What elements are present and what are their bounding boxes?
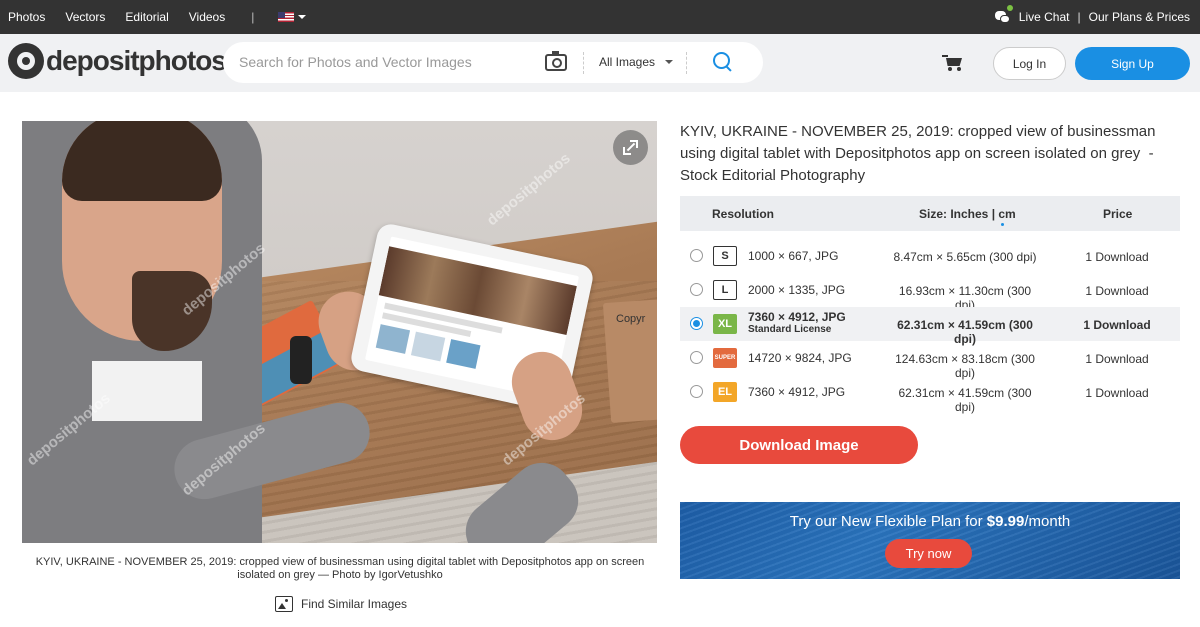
nav-vectors[interactable]: Vectors [65,10,105,24]
download-image-button[interactable]: Download Image [680,426,918,464]
size-options: S 1000 × 667, JPG 8.47cm × 5.65cm (300 d… [680,239,1180,414]
size-option-super[interactable]: SUPER 14720 × 9824, JPG 124.63cm × 83.18… [680,341,1180,380]
promo-text-before: Try our New Flexible Plan for [789,513,987,530]
promo-banner: Try our New Flexible Plan for $9.99/mont… [680,502,1180,579]
image-icon [275,596,293,612]
size-badge: EL [713,382,737,402]
price-text: 1 Download [1085,250,1149,264]
logo[interactable]: depositphotos ® [8,43,233,79]
license-text: Standard License [748,324,832,335]
radio-button[interactable] [690,385,703,398]
size-badge: S [713,246,737,266]
resolution-text: 7360 × 4912, JPG [748,310,846,324]
size-text: 62.31cm × 41.59cm (300 dpi) [898,386,1032,414]
promo-text-after: /month [1024,513,1071,530]
price-text: 1 Download [1085,352,1149,366]
find-similar-label: Find Similar Images [301,597,408,611]
size-badge: L [713,280,737,300]
size-badge: XL [713,314,737,334]
logo-mark-icon [8,43,44,79]
signup-button[interactable]: Sign Up [1075,47,1190,80]
search-bar: Search for Photos and Vector Images All … [223,42,763,83]
expand-icon[interactable] [613,130,648,165]
image-type-label: All Images [599,55,656,69]
radio-button[interactable] [690,351,703,364]
cart-icon[interactable] [942,55,964,71]
radio-button-selected[interactable] [690,317,703,330]
try-now-button[interactable]: Try now [885,539,972,568]
plans-link[interactable]: Our Plans & Prices [1089,10,1190,24]
top-separator: | [1077,10,1081,24]
preview-image[interactable]: Copyr depositphotos depositphotos deposi… [22,121,657,543]
column-resolution: Resolution [712,207,774,221]
live-chat-link[interactable]: Live Chat [1019,10,1070,24]
resolution-text: 1000 × 667, JPG [748,249,839,263]
search-input[interactable]: Search for Photos and Vector Images [239,54,472,70]
top-right-links: Live Chat | Our Plans & Prices [994,0,1190,34]
column-price: Price [1103,207,1133,221]
top-nav: Photos Vectors Editorial Videos | [8,0,307,34]
find-similar-link[interactable]: Find Similar Images [275,596,407,612]
price-text: 1 Download [1085,284,1149,298]
size-option-l[interactable]: L 2000 × 1335, JPG 16.93cm × 11.30cm (30… [680,273,1180,312]
us-flag-icon [278,12,295,22]
language-selector[interactable] [278,12,307,22]
promo-price: $9.99 [986,513,1025,530]
logo-text: depositphotos [46,45,227,76]
resolution-text: 2000 × 1335, JPG [748,283,846,297]
nav-videos[interactable]: Videos [189,10,225,24]
promo-text: Try our New Flexible Plan for $9.99/mont… [680,513,1180,530]
radio-button[interactable] [690,249,703,262]
header: depositphotos ® Search for Photos and Ve… [0,34,1200,92]
column-size[interactable]: Size: Inches | cm [919,207,1016,226]
search-icon[interactable] [713,52,733,72]
size-badge: SUPER [713,348,737,368]
column-size-label: Size: Inches | cm [919,207,1016,221]
image-title: KYIV, UKRAINE - NOVEMBER 25, 2019: cropp… [680,123,1156,184]
nav-photos[interactable]: Photos [8,10,45,24]
image-type-select[interactable]: All Images [599,55,674,69]
radio-button[interactable] [690,283,703,296]
top-bar: Photos Vectors Editorial Videos | Live C… [0,0,1200,34]
camera-icon[interactable] [545,51,567,71]
search-divider [686,52,687,74]
size-table-header: Resolution Size: Inches | cm Price [680,196,1180,231]
resolution-text: 14720 × 9824, JPG [748,351,852,365]
book-text: Copyr [616,313,646,325]
chevron-down-icon [665,60,674,64]
size-option-xl[interactable]: XL 7360 × 4912, JPG Standard License 62.… [680,307,1180,346]
chat-icon [994,5,1013,24]
search-divider [583,52,584,74]
resolution-block: 7360 × 4912, JPG Standard License [748,311,846,336]
size-text: 8.47cm × 5.65cm (300 dpi) [893,250,1037,264]
price-text: 1 Download [1083,318,1151,332]
price-text: 1 Download [1085,386,1149,400]
size-option-el[interactable]: EL 7360 × 4912, JPG 62.31cm × 41.59cm (3… [680,375,1180,414]
size-option-s[interactable]: S 1000 × 667, JPG 8.47cm × 5.65cm (300 d… [680,239,1180,273]
chevron-down-icon [298,15,307,19]
nav-editorial[interactable]: Editorial [125,10,168,24]
login-button[interactable]: Log In [993,47,1066,80]
resolution-text: 7360 × 4912, JPG [748,385,846,399]
image-caption: KYIV, UKRAINE - NOVEMBER 25, 2019: cropp… [35,556,645,581]
nav-divider: | [251,10,255,24]
